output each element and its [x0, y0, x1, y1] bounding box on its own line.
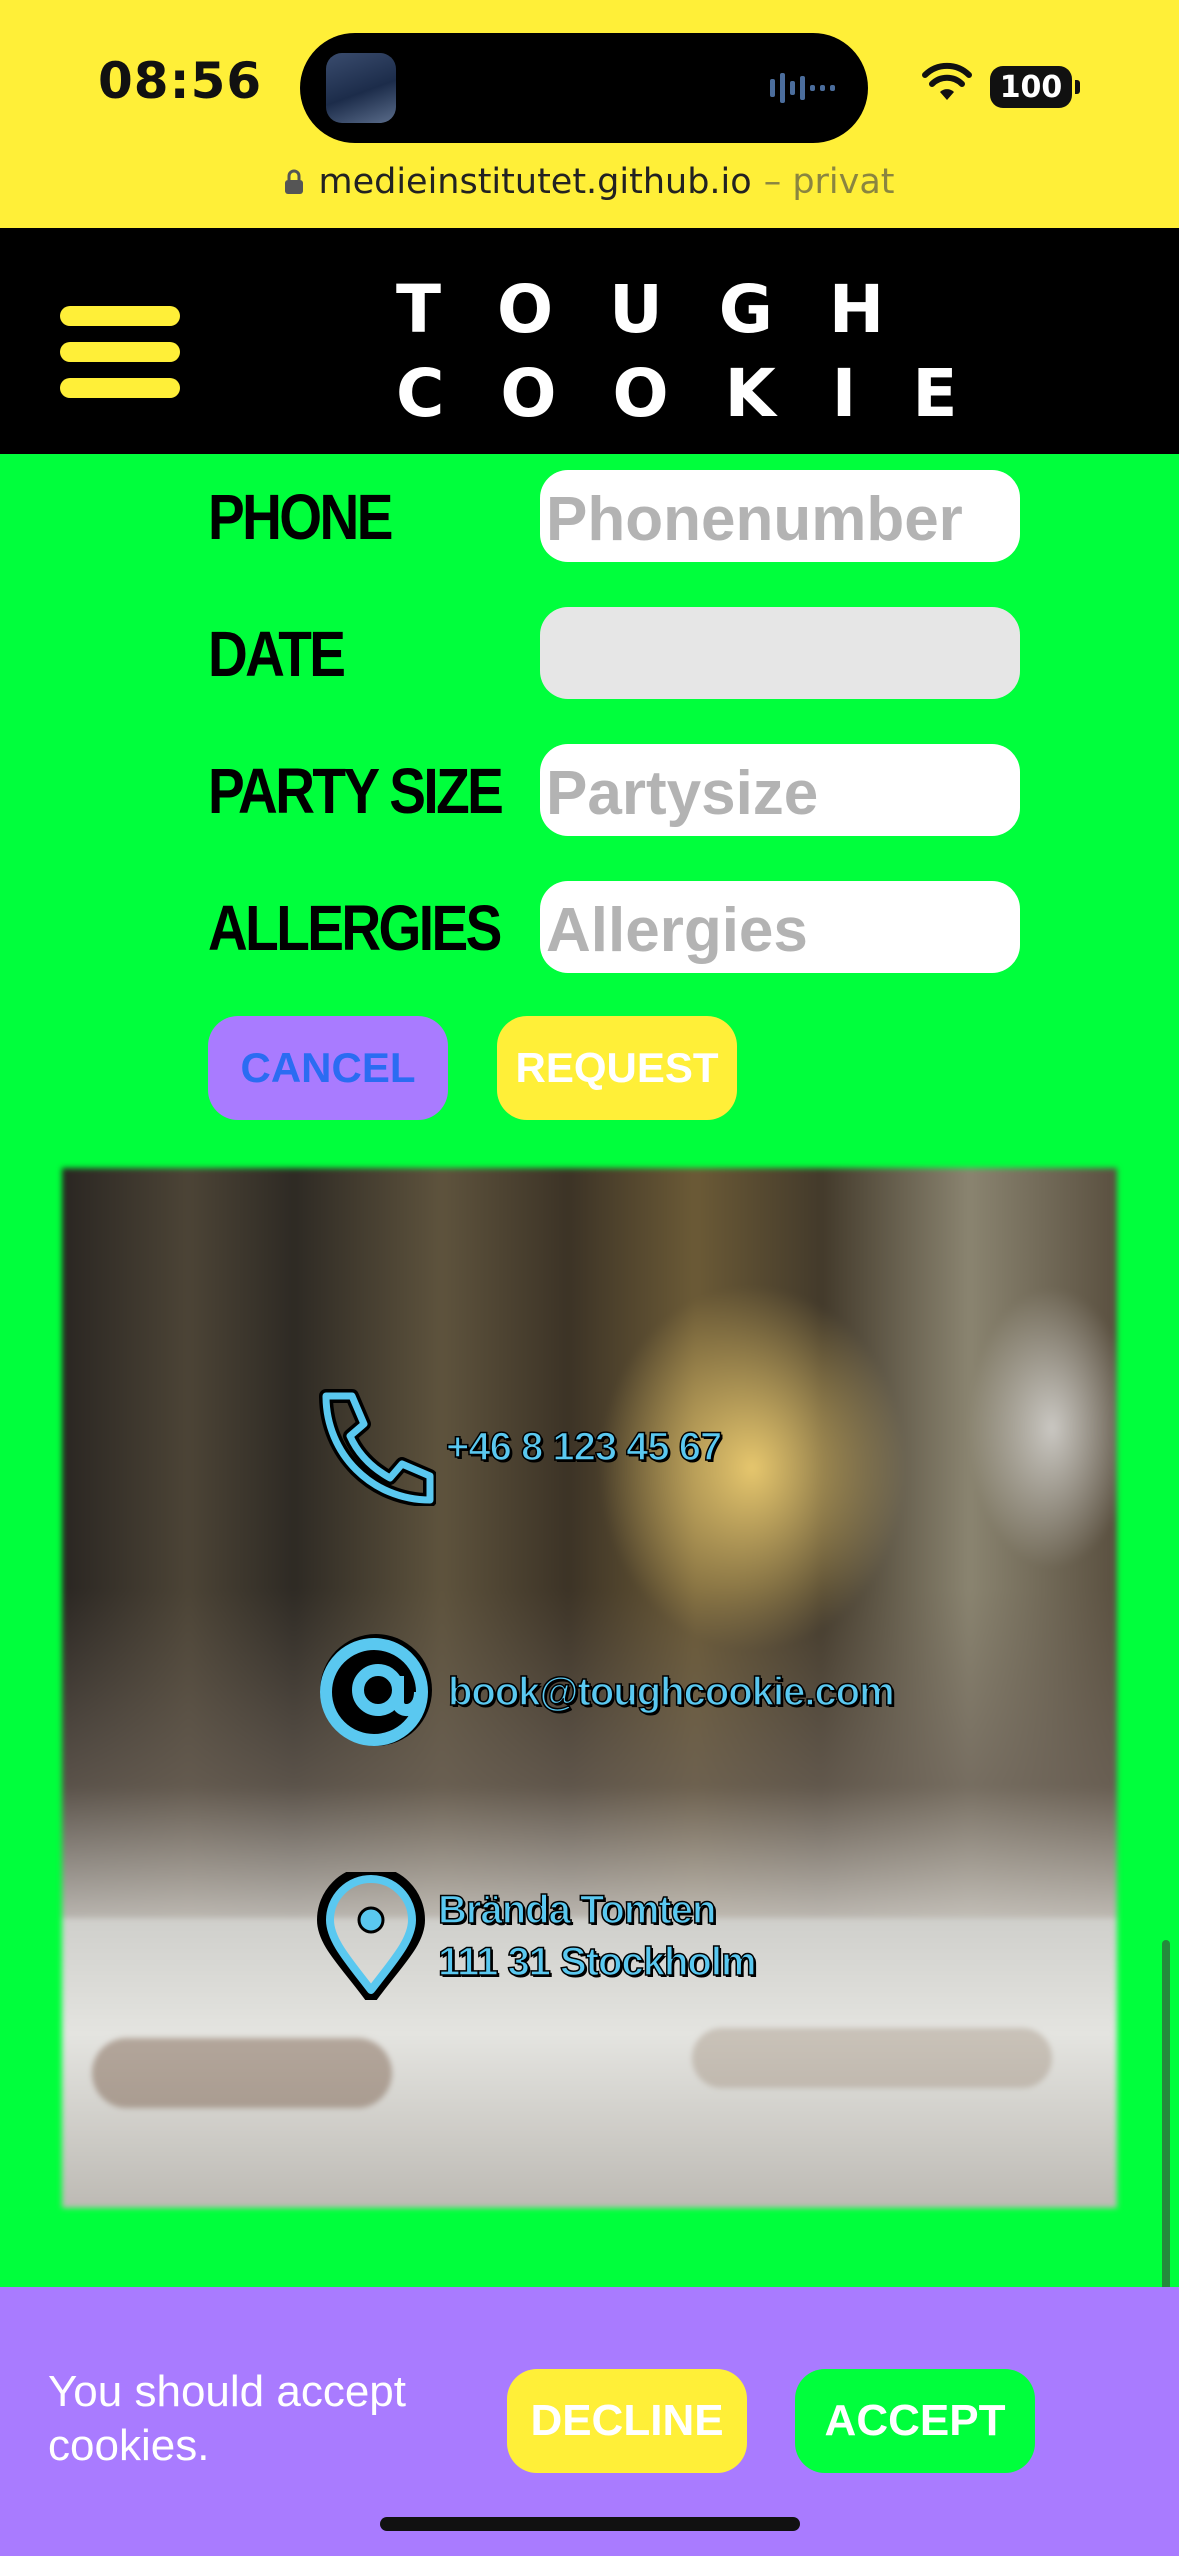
- at-sign-icon: [320, 1634, 432, 1746]
- location-pin-icon: [317, 1872, 425, 2000]
- contact-email[interactable]: book@toughcookie.com: [308, 1628, 895, 1756]
- url-bar[interactable]: medieinstitutet.github.io – privat: [0, 156, 1179, 208]
- contact-phone-text: +46 8 123 45 67: [445, 1424, 723, 1470]
- contact-address-text: Brända Tomten 111 31 Stockholm: [437, 1884, 757, 1988]
- photo-upper: [62, 1168, 1117, 1918]
- dynamic-island[interactable]: [300, 33, 868, 143]
- phone-icon: [319, 1389, 436, 1506]
- party-size-row: PARTY SIZE: [208, 744, 1020, 836]
- phone-input[interactable]: [540, 470, 1020, 562]
- date-input[interactable]: [540, 607, 1020, 699]
- party-size-input[interactable]: [540, 744, 1020, 836]
- phone-label: PHONE: [208, 481, 393, 553]
- site-header: TOUGH COOKIE: [0, 228, 1179, 454]
- address-line-2: 111 31 Stockholm: [437, 1939, 757, 1985]
- cancel-button[interactable]: CANCEL: [208, 1016, 448, 1120]
- site-logo[interactable]: TOUGH COOKIE: [340, 268, 1014, 436]
- url-private-mode: – privat: [763, 162, 895, 202]
- logo-line-2: COOKIE: [396, 355, 1014, 432]
- clock: 08:56: [98, 52, 263, 110]
- status-bar: 08:56 100 medieinstitutet.github.io – pr…: [0, 0, 1179, 228]
- allergies-row: ALLERGIES: [208, 881, 1020, 973]
- accept-button[interactable]: ACCEPT: [795, 2369, 1035, 2473]
- hamburger-bar: [60, 378, 180, 398]
- cookie-banner: You should accept cookies. DECLINE ACCEP…: [0, 2287, 1179, 2556]
- hamburger-menu-icon[interactable]: [60, 306, 180, 398]
- address-line-1: Brända Tomten: [437, 1887, 717, 1933]
- lock-icon: [285, 169, 304, 194]
- allergies-label: ALLERGIES: [208, 892, 502, 964]
- cookie-message: You should accept cookies.: [48, 2367, 406, 2470]
- allergies-input[interactable]: [540, 881, 1020, 973]
- decline-button[interactable]: DECLINE: [507, 2369, 747, 2473]
- audio-waveform-icon: [770, 73, 835, 103]
- home-indicator[interactable]: [380, 2517, 800, 2531]
- wifi-icon: [922, 62, 972, 100]
- contact-phone[interactable]: +46 8 123 45 67: [312, 1388, 723, 1506]
- phone-row: PHONE: [208, 470, 1020, 562]
- logo-line-1: TOUGH: [396, 271, 941, 348]
- hamburger-bar: [60, 306, 180, 326]
- contact-address[interactable]: Brända Tomten 111 31 Stockholm: [316, 1872, 757, 2000]
- now-playing-artwork: [326, 53, 396, 123]
- hamburger-bar: [60, 342, 180, 362]
- date-row: DATE: [208, 607, 1020, 699]
- date-label: DATE: [208, 618, 346, 690]
- url-domain: medieinstitutet.github.io: [318, 162, 752, 202]
- battery-indicator: 100: [990, 66, 1080, 108]
- request-button[interactable]: REQUEST: [497, 1016, 737, 1120]
- contact-email-text: book@toughcookie.com: [447, 1669, 895, 1715]
- party-size-label: PARTY SIZE: [208, 755, 504, 827]
